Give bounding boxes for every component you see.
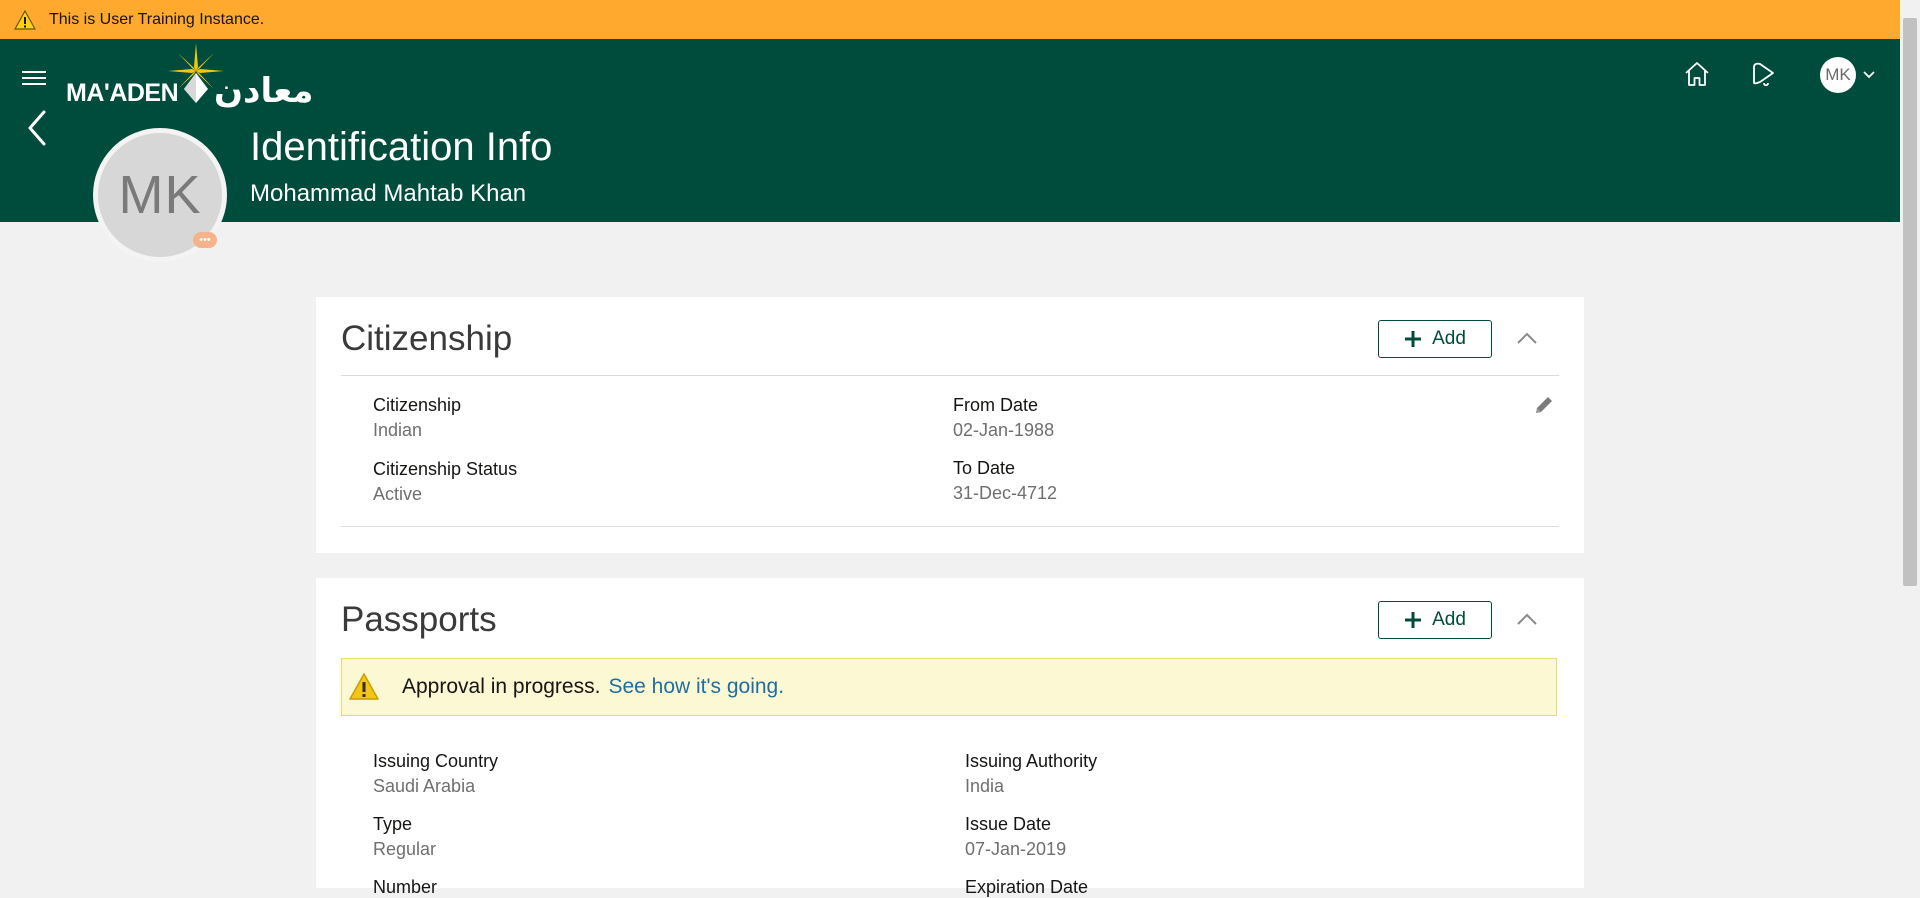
logo-text-ar: معادن [214,71,314,111]
citizenship-label: Citizenship [373,395,462,415]
presence-status-icon: ••• [193,232,217,248]
chevron-down-icon[interactable] [1862,70,1876,80]
issuing-authority-value: India [965,776,1005,796]
passports-card: Passports Add Approval in progress. See … [316,578,1584,897]
add-citizenship-button[interactable]: Add [1378,320,1492,358]
issuing-authority-label: Issuing Authority [965,751,1098,771]
citizenship-section-title: Citizenship [341,319,513,358]
warning-icon [14,9,36,30]
issuing-country-value: Saudi Arabia [373,776,476,796]
bell-icon[interactable] [1748,59,1778,89]
add-passport-button[interactable]: Add [1378,601,1492,639]
hamburger-menu-icon[interactable] [22,66,48,90]
person-name: Mohammad Mahtab Khan [250,180,527,207]
record-divider [341,526,1559,527]
issue-date-label: Issue Date [965,814,1052,834]
passport-type-label: Type [373,814,413,834]
approval-text: Approval in progress. [402,675,601,698]
section-divider [341,375,1559,376]
chevron-up-icon[interactable] [1516,331,1538,345]
citizenship-card: Citizenship Add Citizenship Indian Citiz… [316,297,1584,553]
passport-type-value: Regular [373,839,437,859]
citizenship-status-value: Active [373,484,423,504]
plus-icon [1404,611,1422,629]
passports-section-title: Passports [341,600,497,639]
to-date-label: To Date [953,458,1016,478]
page-title: Identification Info [250,125,553,169]
warning-icon [348,672,380,702]
citizenship-status-label: Citizenship Status [373,459,518,479]
issuing-country-label: Issuing Country [373,751,499,771]
plus-icon [1404,330,1422,348]
training-banner: This is User Training Instance. [0,0,1900,39]
maaden-logo[interactable]: MA'ADEN معادن [64,43,334,111]
user-menu[interactable]: MK [1820,57,1876,93]
home-icon[interactable] [1682,59,1712,89]
scrollbar-thumb[interactable] [1903,18,1917,586]
see-progress-link[interactable]: See how it's going. [608,675,784,699]
from-date-label: From Date [953,395,1039,415]
back-arrow-icon[interactable] [24,108,48,148]
add-label: Add [1432,609,1466,630]
add-label: Add [1432,328,1466,349]
citizenship-value: Indian [373,420,423,440]
edit-pencil-icon[interactable] [1532,393,1556,417]
to-date-value: 31-Dec-4712 [953,483,1058,503]
logo-text-en: MA'ADEN [66,79,179,107]
user-avatar[interactable]: MK [1820,57,1856,93]
approval-in-progress-message: Approval in progress. See how it's going… [341,658,1557,716]
banner-text: This is User Training Instance. [49,10,265,28]
chevron-up-icon[interactable] [1516,612,1538,626]
issue-date-value: 07-Jan-2019 [965,839,1067,859]
from-date-value: 02-Jan-1988 [953,420,1055,440]
